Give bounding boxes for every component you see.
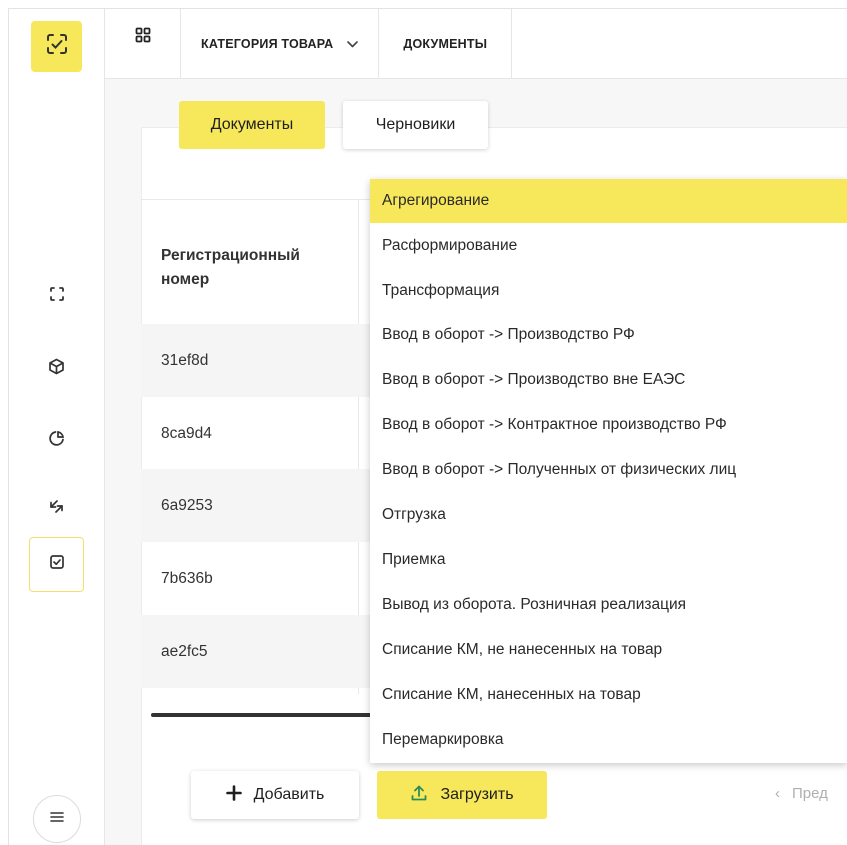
document-type-dropdown: Агрегирование Расформирование Трансформа… (370, 179, 847, 763)
dropdown-item-transformation[interactable]: Трансформация (370, 269, 847, 313)
documents-label: ДОКУМЕНТЫ (403, 36, 488, 51)
dropdown-item-intro-production-non-eaeu[interactable]: Ввод в оборот -> Производство вне ЕАЭС (370, 358, 847, 402)
chevron-left-icon[interactable]: ‹ (775, 785, 780, 802)
column-header-reg-number[interactable]: Регистрационный номер (161, 244, 351, 292)
arrows-exchange-icon (48, 498, 65, 520)
prev-page-link[interactable]: Пред (792, 785, 828, 802)
tab-drafts[interactable]: Черновики (343, 101, 488, 149)
nav-documents[interactable] (29, 537, 84, 592)
nav-exchange[interactable] (29, 481, 84, 536)
scan-check-icon (44, 31, 70, 62)
dropdown-item-disaggregation[interactable]: Расформирование (370, 224, 847, 268)
tab-documents[interactable]: Документы (179, 101, 325, 149)
pie-chart-icon (48, 430, 65, 452)
box-icon (48, 358, 65, 380)
dropdown-item-acceptance[interactable]: Приемка (370, 538, 847, 582)
checkbox-icon (49, 554, 65, 575)
tab-drafts-label: Черновики (375, 116, 456, 133)
sidebar (9, 9, 105, 845)
horizontal-scrollbar[interactable] (151, 713, 396, 717)
cell-reg-number: 8ca9d4 (161, 424, 212, 442)
category-label: КАТЕГОРИЯ ТОВАРА (201, 36, 334, 51)
dropdown-item-intro-production-rf[interactable]: Ввод в оборот -> Производство РФ (370, 313, 847, 357)
scan-frame-icon (49, 286, 65, 307)
plus-icon (225, 784, 242, 806)
cell-reg-number: 31ef8d (161, 351, 209, 369)
logo[interactable] (31, 21, 82, 72)
tab-documents-label: Документы (210, 116, 294, 133)
dropdown-item-intro-contract-production[interactable]: Ввод в оборот -> Контрактное производств… (370, 403, 847, 447)
dropdown-item-intro-from-individuals[interactable]: Ввод в оборот -> Полученных от физически… (370, 448, 847, 492)
dropdown-item-aggregation[interactable]: Агрегирование (370, 179, 847, 223)
nav-products[interactable] (29, 341, 84, 396)
upload-icon (410, 784, 428, 807)
pagination: ‹ Пред (775, 785, 828, 802)
cell-reg-number: ae2fc5 (161, 642, 208, 660)
add-button-label: Добавить (253, 786, 325, 803)
breadcrumb-documents[interactable]: ДОКУМЕНТЫ (379, 9, 513, 79)
apps-grid-icon (135, 27, 151, 48)
top-bar: КАТЕГОРИЯ ТОВАРА ДОКУМЕНТЫ (105, 9, 847, 79)
dropdown-item-retail-withdrawal[interactable]: Вывод из оборота. Розничная реализация (370, 583, 847, 627)
app-frame: КАТЕГОРИЯ ТОВАРА ДОКУМЕНТЫ Документы Чер… (8, 8, 847, 845)
dropdown-item-remarking[interactable]: Перемаркировка (370, 718, 847, 762)
category-selector[interactable]: КАТЕГОРИЯ ТОВАРА (181, 9, 380, 79)
cell-reg-number: 7b636b (161, 569, 213, 587)
upload-button-label: Загрузить (440, 786, 514, 803)
dropdown-item-writeoff-applied[interactable]: Списание КМ, нанесенных на товар (370, 673, 847, 717)
upload-button[interactable]: Загрузить (377, 771, 547, 819)
apps-grid-button[interactable] (105, 9, 181, 79)
add-button[interactable]: Добавить (191, 771, 359, 819)
hamburger-icon (50, 810, 64, 828)
cell-reg-number: 6a9253 (161, 496, 213, 514)
dropdown-item-writeoff-not-applied[interactable]: Списание КМ, не нанесенных на товар (370, 628, 847, 672)
nav-analytics[interactable] (29, 413, 84, 468)
nav-scan[interactable] (29, 269, 84, 324)
dropdown-item-shipment[interactable]: Отгрузка (370, 493, 847, 537)
menu-button[interactable] (33, 795, 81, 843)
chevron-down-icon (347, 37, 359, 51)
